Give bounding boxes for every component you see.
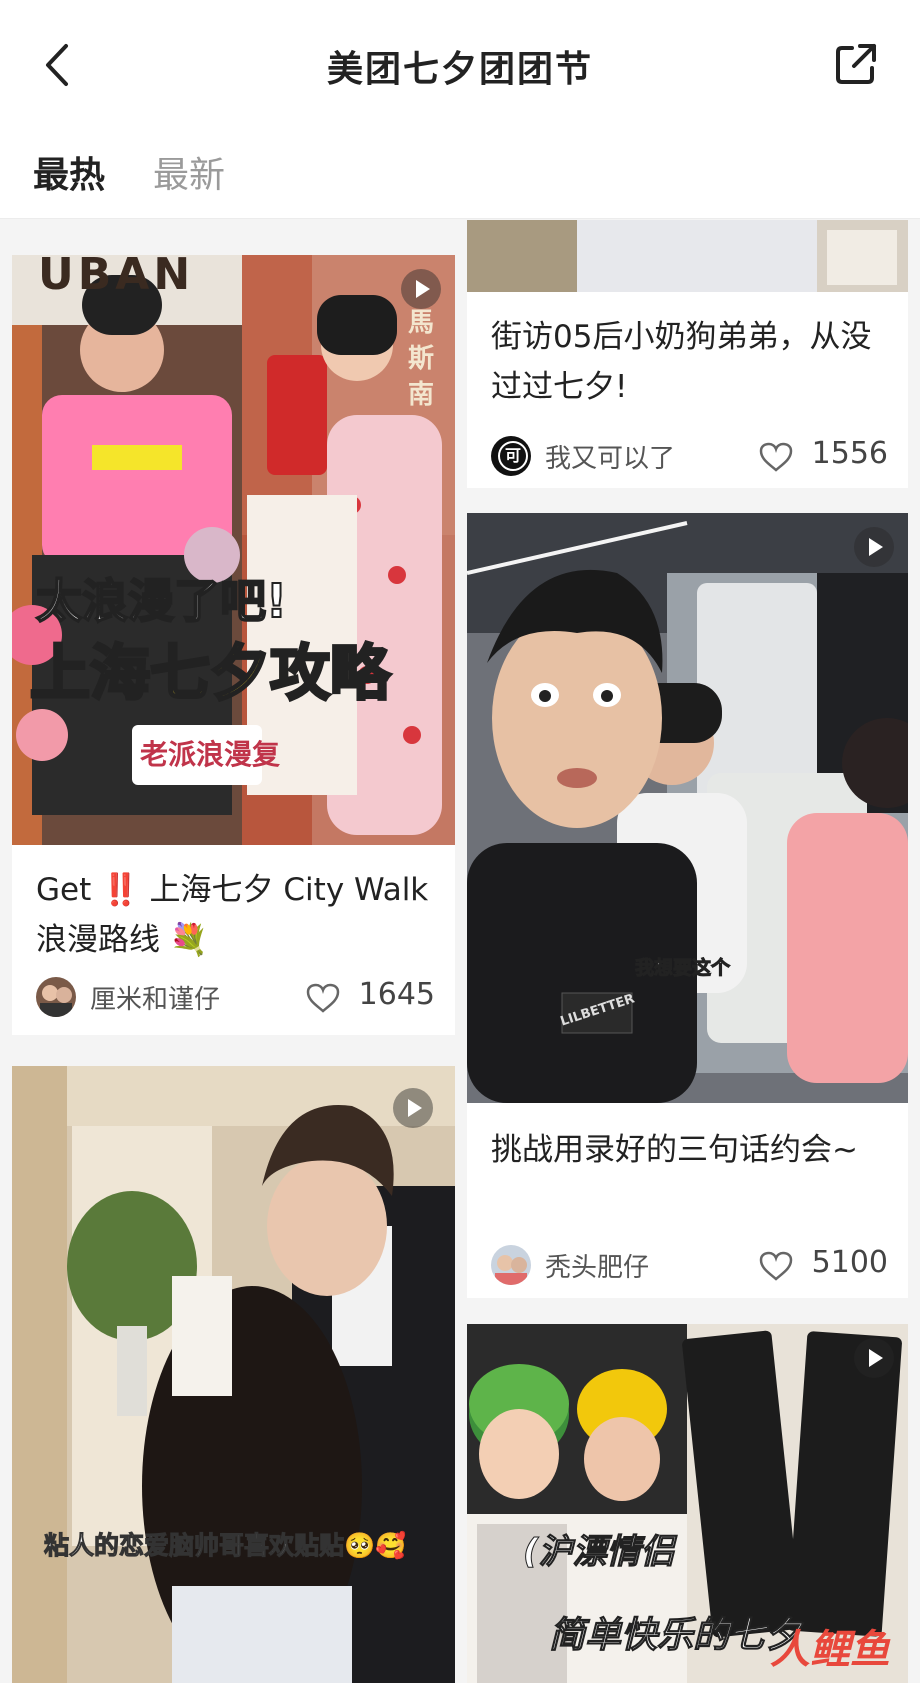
cover-store-sign: UBAN xyxy=(38,255,195,300)
cover-street-sign: 馬斯南 xyxy=(408,308,435,410)
card-title[interactable]: 街访05后小奶狗弟弟，从没过过七夕! xyxy=(491,312,888,412)
avatar-letter: 可 xyxy=(498,441,528,471)
like-count: 1645 xyxy=(358,977,435,1012)
author-name[interactable]: 厘米和谨仔 xyxy=(90,979,220,1016)
cover-caption-1: (沪漂情侣 xyxy=(523,1532,676,1573)
card-title[interactable]: Get ‼️ 上海七夕 City Walk 浪漫路线 💐 xyxy=(36,865,435,965)
page-title: 美团七夕团团节 xyxy=(326,49,593,90)
like-count: 1556 xyxy=(811,436,888,471)
card-cover-image[interactable] xyxy=(467,220,908,292)
tab-bar: 最热 最新 xyxy=(0,128,920,219)
feed-card[interactable]: 粘人的恋爱脑帅哥喜欢贴贴🥺🥰 xyxy=(12,1066,455,1683)
cover-headline-2: 上海七夕攻略 xyxy=(29,638,392,711)
cover-sign-text: 老派浪漫复 xyxy=(140,738,281,771)
author-name[interactable]: 我又可以了 xyxy=(545,438,675,475)
watermark: 人鲤鱼 xyxy=(770,1627,890,1673)
play-icon xyxy=(854,527,894,567)
card-meta: 可 我又可以了 1556 xyxy=(491,434,888,478)
card-cover-image[interactable]: 我想要这个 LILBETTER xyxy=(467,513,908,1103)
feed-card[interactable]: (沪漂情侣 简单快乐的七夕 人鲤鱼 xyxy=(467,1324,908,1683)
cover-illustration xyxy=(467,513,908,1103)
avatar[interactable] xyxy=(36,977,76,1017)
play-icon xyxy=(393,1088,433,1128)
cover-caption: 我想要这个 xyxy=(634,957,731,980)
feed-card[interactable]: UBAN 馬斯南 太浪漫了吧! 上海七夕攻略 老派浪漫复 Get ‼️ 上海七夕… xyxy=(12,255,455,1035)
feed-card[interactable]: 街访05后小奶狗弟弟，从没过过七夕! 可 我又可以了 1556 xyxy=(467,220,908,488)
card-cover-image[interactable]: (沪漂情侣 简单快乐的七夕 人鲤鱼 xyxy=(467,1324,908,1683)
play-icon xyxy=(854,1338,894,1378)
tab-hottest[interactable]: 最热 xyxy=(33,146,105,198)
card-cover-image[interactable]: 粘人的恋爱脑帅哥喜欢贴贴🥺🥰 xyxy=(12,1066,455,1683)
tab-newest[interactable]: 最新 xyxy=(153,146,225,198)
avatar[interactable] xyxy=(491,1245,531,1285)
heart-icon xyxy=(759,442,793,472)
cover-illustration xyxy=(12,1066,455,1683)
cover-headline-1: 太浪漫了吧! xyxy=(35,573,288,629)
card-title[interactable]: 挑战用录好的三句话约会~ xyxy=(491,1125,888,1175)
card-meta: 厘米和谨仔 1645 xyxy=(36,975,435,1019)
play-icon xyxy=(401,269,441,309)
heart-icon xyxy=(306,983,340,1013)
cover-caption: 粘人的恋爱脑帅哥喜欢贴贴🥺🥰 xyxy=(43,1531,407,1561)
card-meta: 秃头肥仔 5100 xyxy=(491,1243,888,1287)
like-count: 5100 xyxy=(811,1245,888,1280)
cover-caption-2: 简单快乐的七夕 xyxy=(548,1615,802,1657)
avatar[interactable]: 可 xyxy=(491,436,531,476)
heart-icon xyxy=(759,1251,793,1281)
top-bar: 美团七夕团团节 xyxy=(0,0,920,128)
card-cover-image[interactable]: UBAN 馬斯南 太浪漫了吧! 上海七夕攻略 老派浪漫复 xyxy=(12,255,455,845)
feed-card[interactable]: 我想要这个 LILBETTER 挑战用录好的三句话约会~ 秃头肥仔 5100 xyxy=(467,513,908,1298)
share-icon[interactable] xyxy=(832,40,880,88)
author-name[interactable]: 秃头肥仔 xyxy=(545,1247,649,1284)
cover-illustration xyxy=(467,220,908,292)
